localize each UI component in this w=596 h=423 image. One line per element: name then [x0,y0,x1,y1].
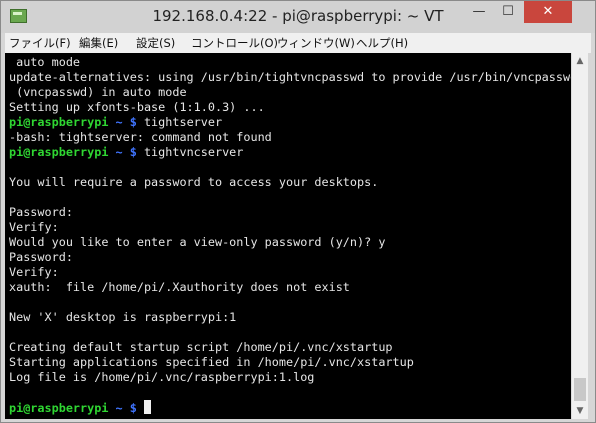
terminal-output[interactable]: auto mode update-alternatives: using /usr… [5,53,577,419]
text-cursor [143,400,151,414]
prompt-path: ~ $ [108,115,144,129]
title-bar[interactable]: 192.168.0.4:22 - pi@raspberrypi: ~ VT — … [1,1,595,33]
menu-edit[interactable]: 編集(E) [79,35,118,51]
output-line: update-alternatives: using /usr/bin/tigh… [9,70,578,84]
prompt-line: pi@raspberrypi ~ $ tightvncserver [9,145,577,160]
menu-control[interactable]: コントロール(O) [191,35,278,51]
output-line: Password: [9,205,73,219]
output-line: Starting applications specified in /home… [9,355,414,369]
output-line: Setting up xfonts-base (1:1.0.3) ... [9,100,265,114]
prompt-path: ~ $ [108,145,144,159]
close-icon: ✕ [542,4,554,19]
output-line: New 'X' desktop is raspberrypi:1 [9,310,237,324]
prompt-user: pi@raspberrypi [9,115,109,129]
scroll-up-arrow-icon[interactable]: ▲ [572,53,588,69]
prompt-user: pi@raspberrypi [9,145,109,159]
output-line: auto mode [9,55,81,69]
menu-help[interactable]: ヘルプ(H) [356,35,408,51]
output-line: Verify: [9,265,59,279]
vertical-scrollbar[interactable]: ▲ ▼ [571,53,588,419]
output-line: Log file is /home/pi/.vnc/raspberrypi:1.… [9,370,315,384]
output-line: Verify: [9,220,59,234]
prompt-path: ~ $ [108,401,144,415]
output-line: -bash: tightserver: command not found [9,130,272,144]
output-line: Creating default startup script /home/pi… [9,340,393,354]
command-text: tightserver [143,115,223,129]
menu-window[interactable]: ウィンドウ(W) [277,35,355,51]
minimize-button[interactable]: — [464,1,494,23]
output-line: Would you like to enter a view-only pass… [9,235,386,249]
minimize-icon: — [472,4,486,19]
close-button[interactable]: ✕ [524,1,572,23]
menu-settings[interactable]: 設定(S) [136,35,175,51]
output-line: (vncpasswd) in auto mode [9,85,187,99]
maximize-icon: ☐ [502,4,514,19]
command-text: tightvncserver [143,145,244,159]
terminal-window: 192.168.0.4:22 - pi@raspberrypi: ~ VT — … [0,0,596,423]
prompt-line: pi@raspberrypi ~ $ tightserver [9,115,577,130]
maximize-button[interactable]: ☐ [494,1,522,23]
prompt-line: pi@raspberrypi ~ $ [9,400,577,415]
output-line: You will require a password to access yo… [9,175,379,189]
prompt-user: pi@raspberrypi [9,401,109,415]
menu-file[interactable]: ファイル(F) [9,35,71,51]
scroll-down-arrow-icon[interactable]: ▼ [572,403,588,419]
output-line: xauth: file /home/pi/.Xauthority does no… [9,280,350,294]
menu-bar: ファイル(F) 編集(E) 設定(S) コントロール(O) ウィンドウ(W) ヘ… [5,33,591,53]
output-line: Password: [9,250,73,264]
terminal-lines: auto mode update-alternatives: using /usr… [9,55,577,415]
scrollbar-thumb[interactable] [574,378,586,401]
